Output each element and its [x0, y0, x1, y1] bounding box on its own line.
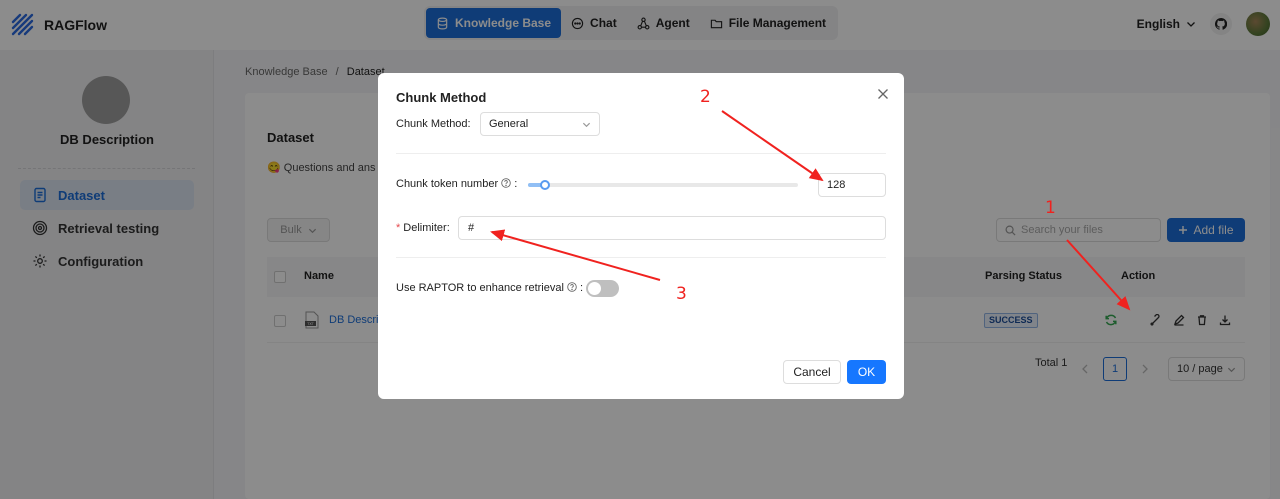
ok-button[interactable]: OK: [847, 360, 886, 384]
raptor-toggle[interactable]: [586, 280, 619, 297]
annotation-number-1: 1: [1045, 198, 1056, 218]
annotation-number-3: 3: [676, 284, 687, 304]
chunk-token-label: Chunk token number :: [396, 178, 518, 190]
required-asterisk: *: [396, 222, 401, 234]
raptor-label: Use RAPTOR to enhance retrieval :: [396, 282, 584, 294]
chunk-token-slider-handle[interactable]: [539, 180, 550, 190]
chunk-token-number-input[interactable]: 128: [818, 173, 886, 197]
chunk-method-label: Chunk Method:: [396, 118, 471, 130]
chunk-token-slider-track[interactable]: [528, 183, 798, 187]
modal-title: Chunk Method: [396, 90, 487, 105]
help-icon[interactable]: [501, 178, 511, 188]
annotation-number-2: 2: [700, 87, 711, 107]
chunk-method-select[interactable]: General: [480, 112, 600, 136]
help-icon[interactable]: [567, 282, 577, 292]
modal-divider: [396, 153, 886, 154]
chunk-method-modal: Chunk Method Chunk Method: General Chunk…: [378, 73, 904, 399]
delimiter-input[interactable]: #: [458, 216, 886, 240]
delimiter-label: * Delimiter:: [396, 222, 450, 234]
close-icon[interactable]: [876, 87, 890, 101]
cancel-button[interactable]: Cancel: [783, 360, 841, 384]
chunk-method-value: General: [489, 118, 529, 130]
chevron-down-icon: [582, 122, 591, 127]
modal-divider: [396, 257, 886, 258]
toggle-knob: [588, 282, 601, 295]
